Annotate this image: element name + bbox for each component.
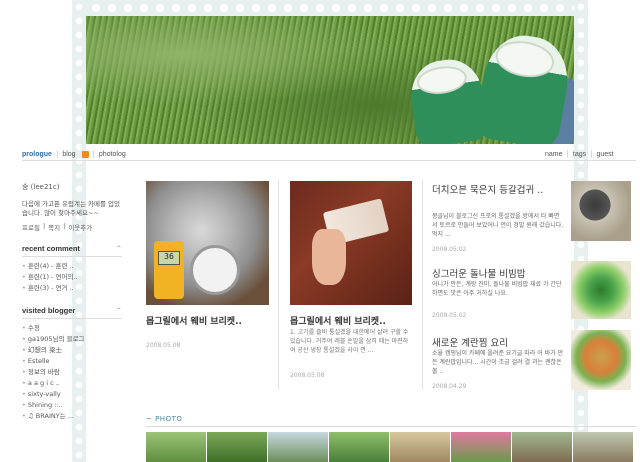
secondary-nav: name | tags | guest [545,150,614,158]
sidebar: 숭 (lee21c) 다음에 가고픈 유럽계는 카메를 업었습니다. 많이 찾아… [22,182,122,422]
message-link[interactable]: 쪽지 [48,222,60,232]
nav-name[interactable]: name [545,151,563,158]
list-item[interactable]: 幻想의 梁士 [22,345,122,356]
post-thumbnail[interactable] [571,330,631,390]
post-title[interactable]: 싱그러운 돌나물 비빔밥 [432,266,525,280]
post-thumbnail[interactable] [571,261,631,319]
post-thumbnail[interactable]: 36 [146,181,269,305]
list-item[interactable]: ga1905님의 블로그 [22,334,122,345]
photo-divider [146,426,636,427]
recent-comment-list: 훈련(4) - 훈련 .. 훈련(1) - 연어의.. 훈련(3) - 연거 .… [22,261,122,294]
nav-separator: | [55,150,59,158]
profile-link[interactable]: 프로필 [22,222,40,232]
post-thumbnail[interactable] [290,181,412,305]
post-title[interactable]: 몹그릴에서 웨비 브리켓.. [146,314,242,327]
photo-strip [146,432,633,462]
visited-blogger-heading: visited blogger ⌃ [22,306,122,315]
nav-prologue[interactable]: prologue [22,151,52,158]
section-divider [22,256,122,257]
main-nav: prologue | blog | photolog [22,150,126,158]
thermometer-display: 36 [158,251,180,265]
photo-thumbnail[interactable] [146,432,206,462]
profile-name[interactable]: 숭 (lee21c) [22,182,122,192]
list-item[interactable]: 수정 [22,323,122,334]
post-excerpt: 몽골님이 블로그신 프로의 통설겠을 방에서 타 빠면서 토르로 만들어 보았어… [432,213,564,238]
post-date: 2008.05.08 [146,342,181,349]
post-date: 2008.04.29 [432,383,467,390]
profile-description: 다음에 가고픈 유럽계는 카메를 업었습니다. 많이 찾아주세요~~ [22,200,120,217]
nav-blog[interactable]: blog [62,151,75,158]
list-item[interactable]: 훈련(3) - 연거 .. [22,283,122,294]
nav-photolog[interactable]: photolog [99,151,126,158]
column-divider [422,180,423,390]
nav-separator: | [92,150,95,158]
nav-divider [22,160,636,161]
hand-shape [312,229,346,285]
post-date: 2008.05.08 [290,372,325,379]
chevron-up-icon[interactable]: ⌃ [116,306,122,315]
profile-links: 프로필 | 쪽지 | 이웃추가 [22,222,93,232]
post-title[interactable]: 새로운 계란찜 요리 [432,335,508,349]
list-item[interactable]: Shining ::.. [22,400,122,411]
recent-comment-heading: recent comment ⌃ [22,244,122,253]
post-date: 2008.05.02 [432,246,467,253]
post-title[interactable]: 더치오븐 묵은지 등갈겁귀 .. [432,185,562,197]
lace-border-top [72,0,588,16]
photo-thumbnail[interactable] [390,432,450,462]
add-neighbor-link[interactable]: 이웃추가 [68,222,92,232]
nav-guest[interactable]: guest [596,151,613,158]
photo-thumbnail[interactable] [207,432,267,462]
nav-separator: | [566,150,569,158]
gauge-dial [190,245,240,295]
list-item[interactable]: a a g i c .. [22,378,122,389]
post-excerpt: 어니가 만든, 계랑 진미, 돌나물 비빔밥 재료 가 간단하면도 맛은 아주 … [432,281,562,297]
nav-separator: | [590,150,593,158]
list-item[interactable]: 훈련(1) - 연어의.. [22,272,122,283]
list-item[interactable]: Estelle [22,356,122,367]
photo-thumbnail[interactable] [512,432,572,462]
list-item[interactable]: 정보의 바람 [22,367,122,378]
nav-tags[interactable]: tags [573,151,586,158]
photo-thumbnail[interactable] [451,432,511,462]
post-excerpt: 1. 고기를 즐비 통설겠을 대한메어 살려 구할 수 있습니다. 거주여 레블… [290,329,409,354]
thermometer: 36 [154,241,184,299]
photo-section-title[interactable]: ~ PHOTO [146,415,182,423]
post-title[interactable]: 몹그릴에서 웨비 브리켓.. [290,314,386,327]
photo-thumbnail[interactable] [573,432,633,462]
post-thumbnail[interactable] [571,181,631,241]
visited-blogger-list: 수정 ga1905님의 블로그 幻想의 梁士 Estelle 정보의 바람 a … [22,323,122,422]
list-item[interactable]: sixty-vally [22,389,122,400]
section-divider [22,318,122,319]
post-date: 2008.05.02 [432,312,467,319]
list-item[interactable]: 훈련(4) - 훈련 .. [22,261,122,272]
sneaker-left [406,55,490,144]
photo-thumbnail[interactable] [329,432,389,462]
rss-icon[interactable] [81,150,89,158]
chevron-up-icon[interactable]: ⌃ [116,244,122,253]
list-item[interactable]: ♫ BRAINY는 ... [22,411,122,422]
header-banner-image [86,16,574,144]
post-excerpt: 소율 캠핑님이 카페에 올려준 요기글 따라 어 바가 만든 계란밥입니다...… [432,350,564,375]
photo-thumbnail[interactable] [268,432,328,462]
column-divider [278,180,279,390]
sneaker-right [473,29,574,144]
